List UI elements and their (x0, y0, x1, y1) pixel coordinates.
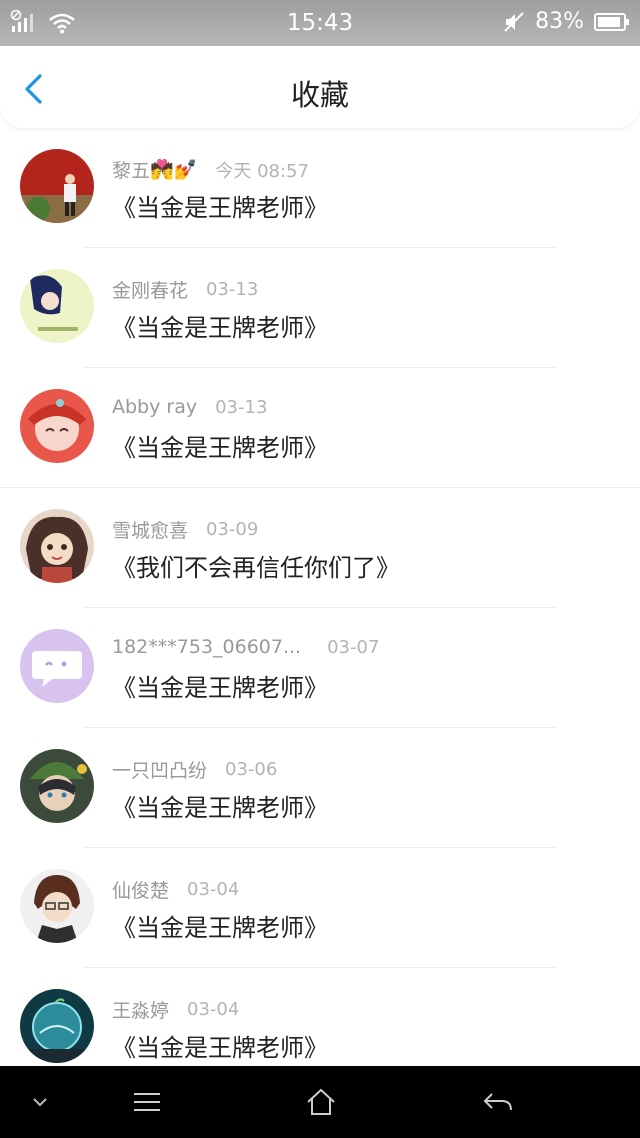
item-title: 《我们不会再信任你们了》 (112, 554, 400, 582)
status-bar: 15:43 83% (0, 0, 640, 46)
page-title: 收藏 (290, 78, 349, 112)
list-item[interactable]: Abby ray 03-13 《当金是王牌老师》 (0, 368, 640, 488)
battery-icon (594, 12, 629, 31)
avatar (20, 269, 94, 343)
home-icon[interactable] (306, 1086, 336, 1118)
item-title: 《当金是王牌老师》 (112, 674, 328, 702)
navigation-bar (0, 1066, 640, 1138)
item-date: 今天 08:57 (215, 160, 309, 182)
user-name: 王淼婷 (112, 1000, 170, 1022)
list-item[interactable]: 一只凹凸纷 03-06 《当金是王牌老师》 (0, 728, 640, 848)
user-name: Abby ray (112, 396, 198, 418)
list-item[interactable]: 黎五 💏💅 今天 08:57 《当金是王牌老师》 (0, 128, 640, 248)
item-title: 《当金是王牌老师》 (112, 794, 328, 822)
avatar (20, 509, 94, 583)
list-item[interactable]: 金刚春花 03-13 《当金是王牌老师》 (0, 248, 640, 368)
item-date: 03-09 (206, 519, 259, 540)
item-meta: 王淼婷 03-04 (112, 996, 239, 1023)
user-name: 仙俊楚 (112, 880, 170, 902)
item-meta: 金刚春花 03-13 (112, 276, 258, 303)
avatar (20, 749, 94, 823)
item-title: 《当金是王牌老师》 (112, 194, 328, 222)
item-date: 03-04 (187, 879, 240, 900)
avatar (20, 389, 94, 463)
item-meta: 仙俊楚 03-04 (112, 876, 239, 903)
back-arrow-icon[interactable] (482, 1086, 514, 1118)
item-meta: 雪城愈喜 03-09 (112, 516, 258, 543)
list-item[interactable]: 雪城愈喜 03-09 《我们不会再信任你们了》 (0, 488, 640, 608)
item-meta: 182***753_06607... 03-07 (112, 636, 379, 658)
chevron-down-icon[interactable] (30, 1086, 50, 1118)
item-date: 03-13 (215, 396, 268, 418)
item-meta: Abby ray 03-13 (112, 396, 267, 418)
item-date: 03-04 (187, 999, 240, 1020)
list-item[interactable]: 仙俊楚 03-04 《当金是王牌老师》 (0, 848, 640, 968)
avatar (20, 629, 94, 703)
battery-percent: 83% (535, 9, 584, 34)
item-date: 03-06 (225, 759, 278, 780)
item-title: 《当金是王牌老师》 (112, 314, 328, 342)
header: 收藏 (0, 46, 640, 128)
item-title: 《当金是王牌老师》 (112, 1034, 328, 1062)
item-date: 03-13 (206, 279, 259, 300)
avatar (20, 869, 94, 943)
user-name: 182***753_06607... (112, 636, 302, 658)
muted-icon (504, 11, 524, 32)
menu-icon[interactable] (132, 1086, 162, 1118)
user-badges: 💏💅 (150, 159, 198, 181)
user-name: 金刚春花 (112, 280, 189, 302)
user-name: 黎五 (112, 160, 151, 182)
item-meta: 一只凹凸纷 03-06 (112, 756, 277, 783)
item-title: 《当金是王牌老师》 (112, 434, 328, 462)
item-meta: 黎五 💏💅 今天 08:57 (112, 156, 309, 183)
avatar (20, 149, 94, 223)
status-right: 83% (503, 9, 630, 34)
item-title: 《当金是王牌老师》 (112, 914, 328, 942)
item-date: 03-07 (327, 636, 380, 658)
avatar (20, 989, 94, 1063)
user-name: 一只凹凸纷 (112, 760, 208, 782)
user-name: 雪城愈喜 (112, 520, 189, 542)
list-item[interactable]: 182***753_06607... 03-07 《当金是王牌老师》 (0, 608, 640, 728)
favorites-list: 黎五 💏💅 今天 08:57 《当金是王牌老师》 金刚春花 03-13 《当金是… (0, 128, 640, 1088)
